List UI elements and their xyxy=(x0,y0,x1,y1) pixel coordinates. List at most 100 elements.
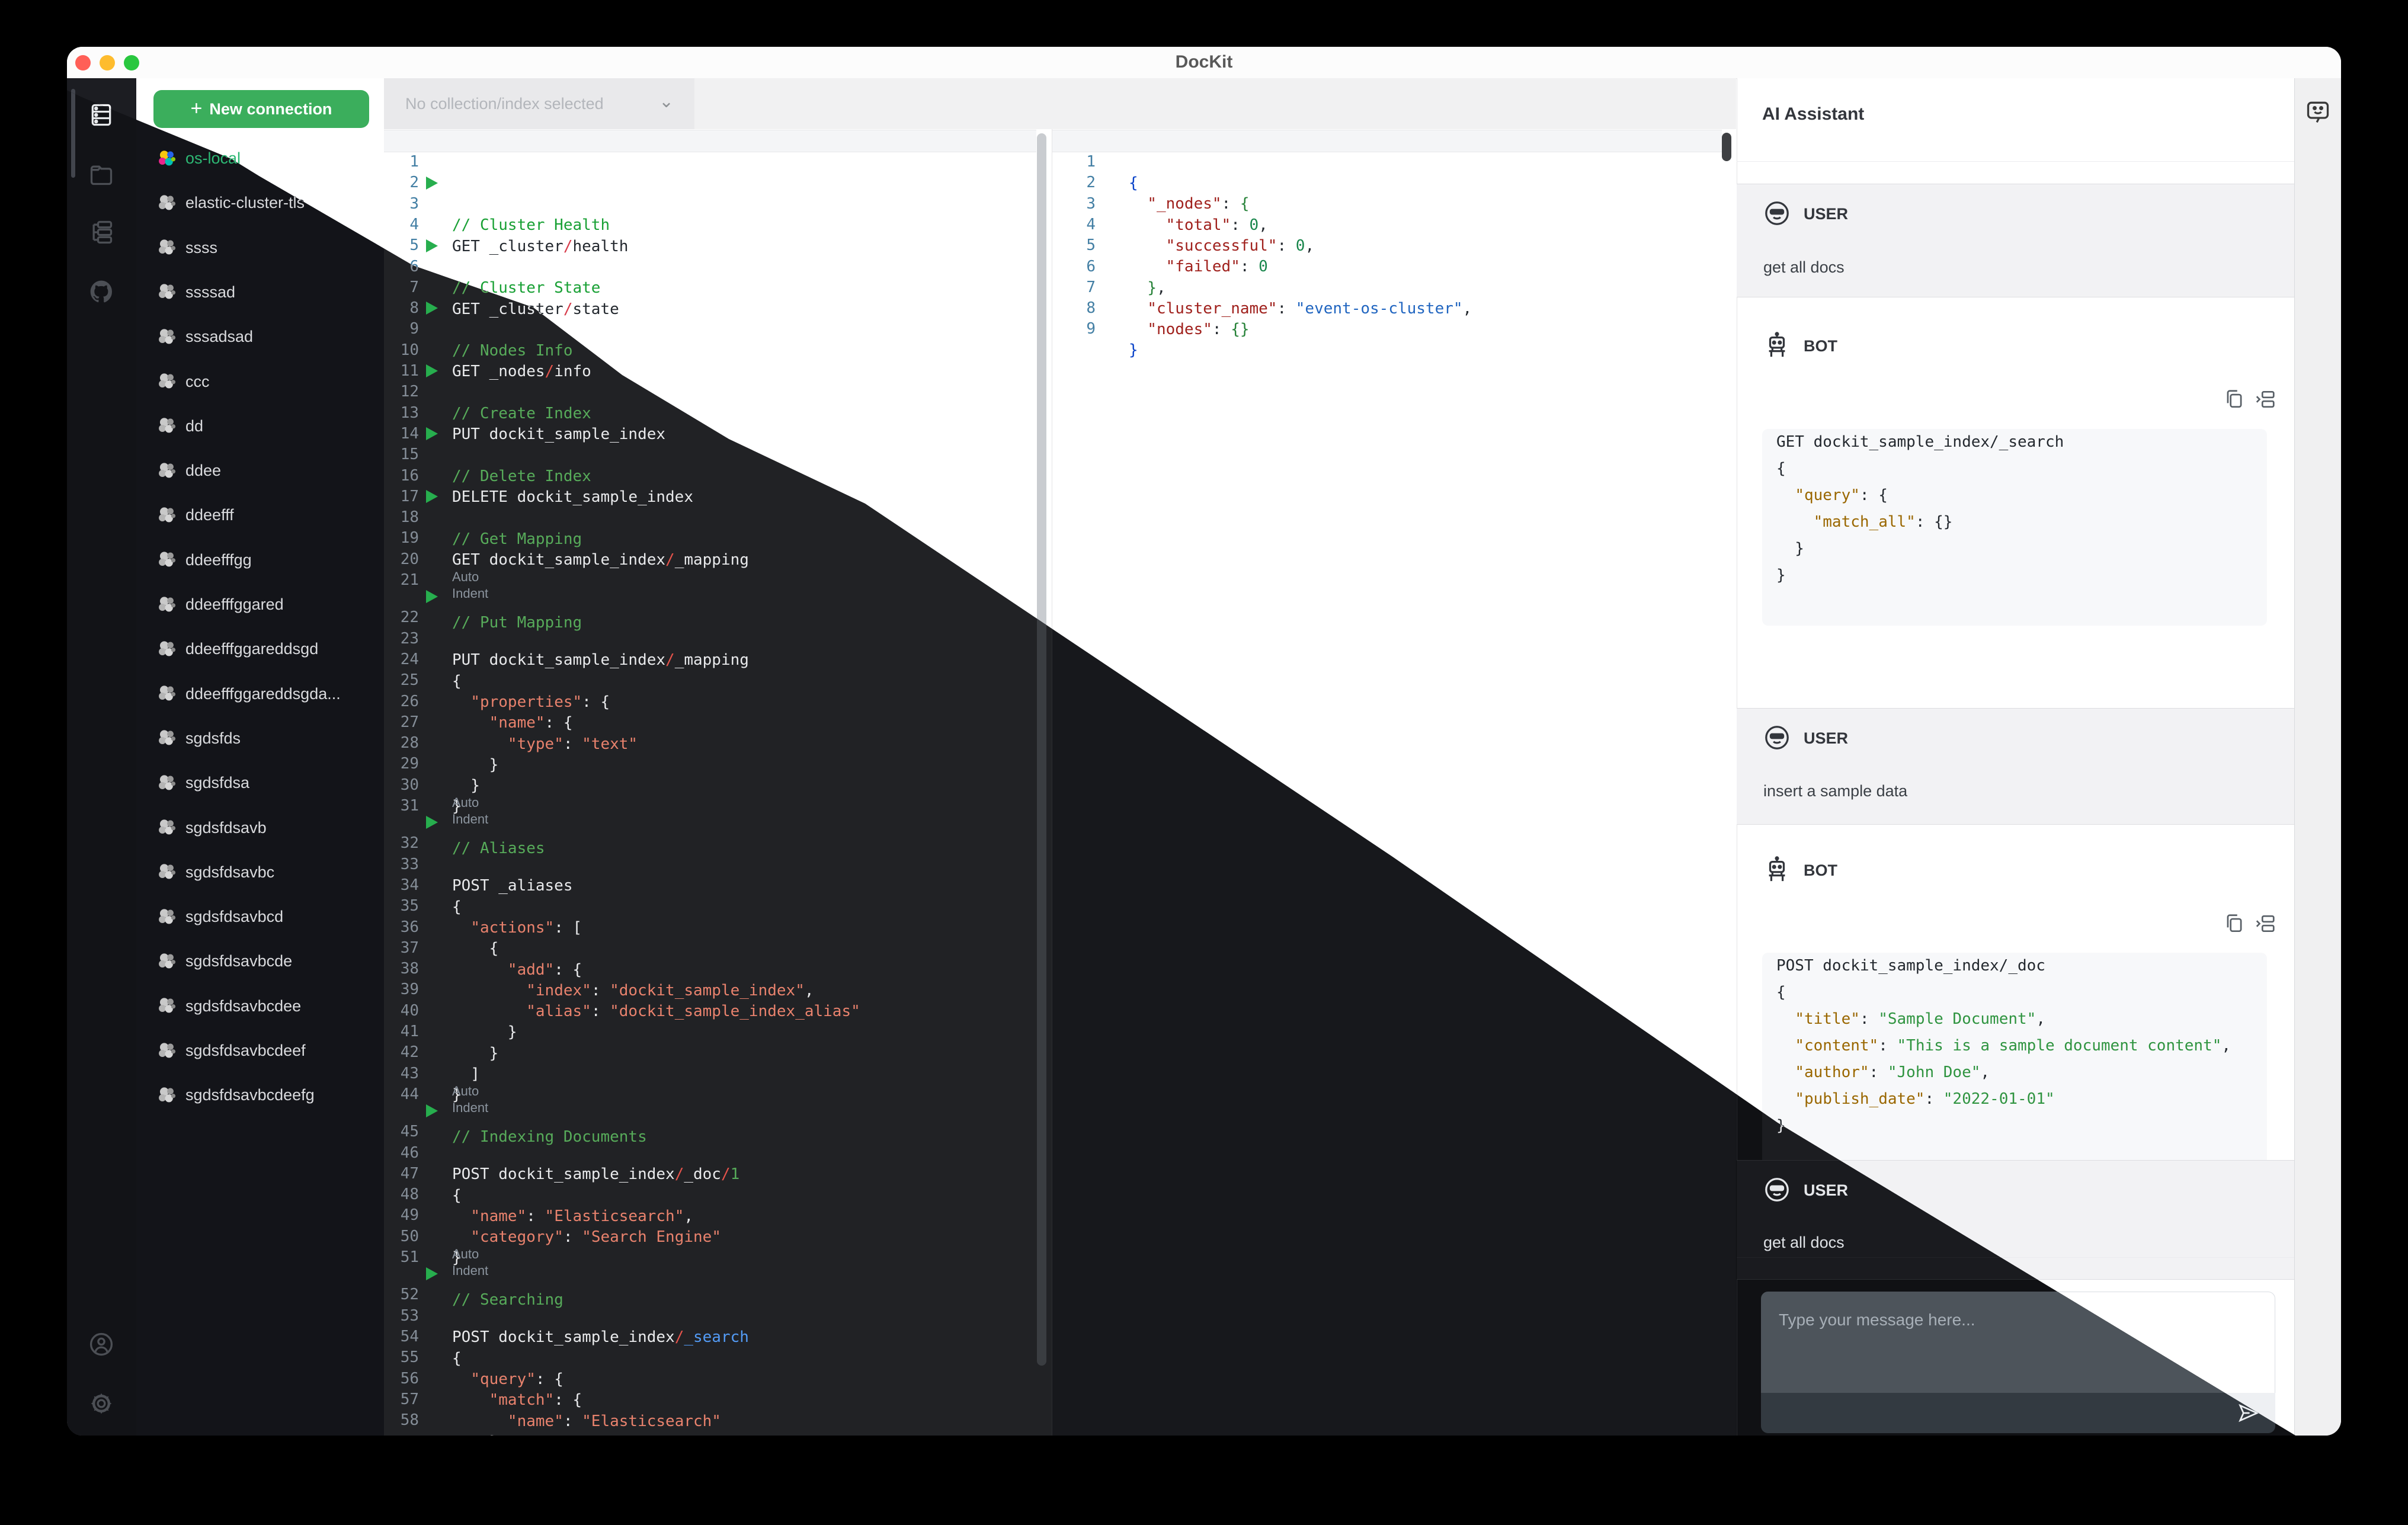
connection-label: sgdsfdsavbcdeef xyxy=(185,1042,306,1059)
run-query-button[interactable] xyxy=(426,490,438,504)
results-scrollbar[interactable] xyxy=(1722,133,1731,161)
run-query-button[interactable] xyxy=(426,816,438,829)
code-line: } xyxy=(1776,540,1804,558)
input-footer xyxy=(1761,1393,2275,1433)
editor-line: 14 // Delete Index xyxy=(384,402,591,485)
run-query-button[interactable] xyxy=(426,302,438,315)
line-text: GET _cluster/health xyxy=(452,237,629,255)
insert-to-editor-icon[interactable] xyxy=(2254,388,2276,414)
results-active-line xyxy=(1052,130,1722,152)
copy-icon[interactable] xyxy=(2223,912,2246,938)
connection-list-item[interactable]: sgdsfdsavbcdeefg xyxy=(136,1073,384,1117)
connection-list-item[interactable]: sgdsfdsavbcdeef xyxy=(136,1029,384,1073)
connection-list-item[interactable]: sgdsfdsa xyxy=(136,761,384,805)
editor-line: 44 // Indexing Documents xyxy=(384,1062,647,1146)
auto-indent-hint[interactable]: Auto Indent xyxy=(452,794,488,826)
new-connection-button[interactable]: + New connection xyxy=(153,90,369,128)
editor-line: 54 "query": { xyxy=(384,1305,563,1388)
folder-icon[interactable] xyxy=(88,161,114,187)
sidebar-scroll-indicator xyxy=(71,89,75,178)
editor-line: 48 "category": "Search Engine" xyxy=(384,1162,721,1246)
connection-list-item[interactable]: sgdsfds xyxy=(136,716,384,761)
editor-line: 3 GET _cluster/health xyxy=(384,172,628,255)
editor-line: 19 xyxy=(384,506,477,547)
run-query-button[interactable] xyxy=(426,1104,438,1118)
line-text: "alias": "dockit_sample_index_alias" xyxy=(526,1002,860,1021)
connection-list-item[interactable]: ssss xyxy=(136,226,384,270)
line-text: "type": "text" xyxy=(507,735,638,753)
connection-list-item[interactable]: sgdsfdsavbcd xyxy=(136,895,384,939)
run-query-button[interactable] xyxy=(426,176,438,190)
editor-line: 58 } xyxy=(384,1388,477,1429)
line-text: } xyxy=(1129,341,1138,360)
settings-gear-icon[interactable] xyxy=(88,1391,114,1417)
cluster-icon xyxy=(159,507,176,523)
copy-icon[interactable] xyxy=(2223,388,2246,414)
editor-line: 4 xyxy=(384,193,477,233)
zoom-button[interactable] xyxy=(124,55,139,71)
role-label: USER xyxy=(1804,1181,1849,1199)
results-line: 4 "successful": 0, xyxy=(1052,193,1314,255)
line-text: "cluster_name": "event-os-cluster", xyxy=(1147,299,1472,318)
insert-to-editor-icon[interactable] xyxy=(2254,912,2276,938)
connection-list-item[interactable]: dd xyxy=(136,404,384,448)
auto-indent-hint[interactable]: Auto Indent xyxy=(452,569,488,601)
connection-list-item[interactable]: ddeefff xyxy=(136,493,384,537)
editor-line: 23 { xyxy=(384,607,477,690)
connection-list-item[interactable]: sgdsfdsavbcdee xyxy=(136,984,384,1029)
editor-line: 55 "match": { xyxy=(384,1325,582,1409)
line-text: DELETE dockit_sample_index xyxy=(452,488,693,507)
run-query-button[interactable] xyxy=(426,1267,438,1281)
line-number: 58 xyxy=(400,1411,419,1430)
auto-indent-hint[interactable]: Auto Indent xyxy=(452,1083,488,1115)
editor-line: 49 } xyxy=(384,1183,477,1267)
editor-line: 41 ] xyxy=(384,999,480,1083)
connection-label: sgdsfdsavbcdeefg xyxy=(185,1086,315,1104)
user-avatar-icon xyxy=(1763,200,1791,227)
user-message-block xyxy=(1737,184,2294,297)
connection-list-item[interactable]: ddee xyxy=(136,448,384,493)
connection-list-item[interactable]: sssadsad xyxy=(136,315,384,359)
cluster-icon xyxy=(159,418,176,433)
run-query-button[interactable] xyxy=(426,590,438,604)
connection-list-item[interactable]: sgdsfdsavb xyxy=(136,806,384,850)
connection-list-item[interactable]: ccc xyxy=(136,360,384,404)
run-query-button[interactable] xyxy=(426,364,438,378)
cluster-icon xyxy=(159,685,176,701)
code-line: "match_all": {} xyxy=(1813,513,1953,531)
auto-indent-hint[interactable]: Auto Indent xyxy=(452,1246,488,1278)
editor-line: 29 } xyxy=(384,732,477,815)
connection-label: ccc xyxy=(185,372,210,390)
run-query-button[interactable] xyxy=(426,239,438,252)
connection-label: ddeefffgg xyxy=(185,550,252,569)
line-text: // Indexing Documents xyxy=(452,1127,647,1146)
connection-list-item[interactable]: ssssad xyxy=(136,270,384,315)
connection-label: ddee xyxy=(185,462,222,480)
minimize-button[interactable] xyxy=(100,55,115,71)
editor-line: 53 { xyxy=(384,1284,477,1367)
line-text: "name": "Elasticsearch", xyxy=(470,1207,694,1225)
chat-bubble-icon[interactable] xyxy=(2305,98,2331,124)
github-icon[interactable] xyxy=(88,278,114,305)
editor-line: 17 // Get Mapping xyxy=(384,464,582,548)
close-button[interactable] xyxy=(75,55,91,71)
editor-line: 22 PUT dockit_sample_index/_mapping xyxy=(384,585,749,669)
connection-list-item[interactable]: ddeefffggareddsgd xyxy=(136,627,384,671)
editor-line: 39 } xyxy=(384,957,517,1041)
connection-list-item[interactable]: ddeefffggareddsgda... xyxy=(136,672,384,716)
line-text: GET dockit_sample_index/_mapping xyxy=(452,551,749,569)
connection-list-item[interactable]: ddeefffggared xyxy=(136,582,384,627)
run-query-button[interactable] xyxy=(426,427,438,441)
line-text: "failed": 0 xyxy=(1165,258,1268,276)
cluster-icon xyxy=(159,1087,176,1103)
connection-list-item[interactable]: sgdsfdsavbc xyxy=(136,850,384,895)
editor-line: 28 } xyxy=(384,711,480,794)
tree-icon[interactable] xyxy=(88,219,114,245)
connection-list-item[interactable]: sgdsfdsavbcde xyxy=(136,939,384,983)
message-text: get all docs xyxy=(1763,258,1845,276)
editor-line: 46 { xyxy=(384,1121,477,1204)
connection-list-item[interactable]: ddeefffgg xyxy=(136,538,384,582)
account-icon[interactable] xyxy=(88,1331,114,1357)
cluster-icon xyxy=(159,641,176,656)
connection-label: sgdsfdsavbcde xyxy=(185,952,293,970)
